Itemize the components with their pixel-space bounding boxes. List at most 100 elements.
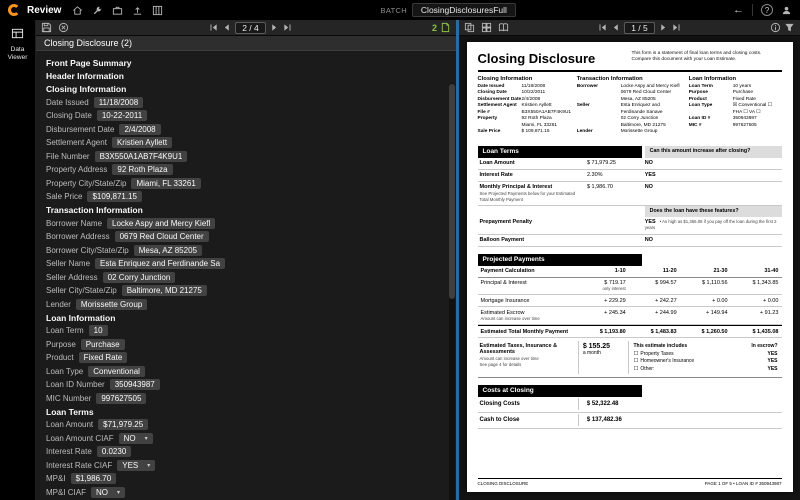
- field-input[interactable]: 997627505: [96, 392, 147, 404]
- form-scrollbar[interactable]: [449, 83, 455, 500]
- field-input[interactable]: Kristien Ayllett: [111, 137, 173, 148]
- field-select[interactable]: YES ▾: [117, 459, 156, 471]
- field-input[interactable]: 02 Corry Junction: [102, 271, 176, 283]
- field-input[interactable]: Baltimore, MD 21275: [121, 285, 207, 296]
- thumbnails-icon[interactable]: [481, 22, 492, 33]
- document-canvas[interactable]: Closing Disclosure This form is a statem…: [459, 36, 800, 500]
- filter-icon[interactable]: [784, 22, 795, 33]
- next-page-button[interactable]: [270, 23, 279, 32]
- field-input[interactable]: $1,986.70: [70, 473, 117, 484]
- field-label: Seller Address: [46, 272, 98, 282]
- book-view-icon[interactable]: [498, 22, 509, 33]
- pp-row-label: Mortgage Insurance: [480, 297, 530, 304]
- field-input[interactable]: Miami, FL 33261: [131, 177, 201, 189]
- form-scrollbar-thumb[interactable]: [449, 84, 455, 299]
- loan-feature-answer-cell: YES • As high as $1,366.08 if you pay off…: [645, 219, 782, 231]
- field-label: Seller Name: [46, 259, 91, 268]
- field-input[interactable]: 350943987: [109, 379, 160, 390]
- field-input[interactable]: Locke Aspy and Mercy Kiefl: [107, 217, 216, 229]
- estimate-include-item: ☐ Property Taxes YES: [633, 351, 777, 357]
- viewer-next-page-button[interactable]: [659, 23, 668, 32]
- pp-value-cell: + 244.99: [629, 307, 680, 318]
- checkbox-icon[interactable]: ☐: [633, 366, 638, 372]
- field-input[interactable]: B3X550A1AB7F4K9U1: [94, 150, 188, 162]
- field-input[interactable]: 11/18/2008: [93, 96, 144, 108]
- field-row: File Number B3X550A1AB7F4K9U1: [46, 150, 440, 162]
- taxes-label-cell: Estimated Taxes, Insurance & Assessments…: [478, 341, 578, 374]
- field-label: Date Issued: [46, 97, 89, 107]
- last-page-button[interactable]: [283, 23, 292, 32]
- field-input[interactable]: $109,871.15: [87, 191, 142, 202]
- loan-terms-label: Monthly Principal & Interest: [479, 184, 553, 191]
- viewer-previous-page-button[interactable]: [611, 23, 620, 32]
- field-input[interactable]: $71,979.25: [98, 419, 149, 430]
- pp-row-label-cell: Estimated Escrow Amount can increase over…: [478, 307, 578, 324]
- field-select[interactable]: NO ▾: [118, 432, 153, 444]
- pp-value: + 245.34: [604, 309, 626, 316]
- document-type-header[interactable]: Closing Disclosure (2): [36, 36, 456, 51]
- previous-page-button[interactable]: [222, 23, 231, 32]
- field-input[interactable]: Purchase: [80, 338, 125, 350]
- reports-icon[interactable]: [152, 5, 163, 16]
- pp-value: + 244.99: [655, 309, 677, 316]
- close-document-icon[interactable]: [58, 22, 69, 33]
- document-count: 2: [431, 22, 437, 33]
- sidebar-item-data-viewer[interactable]: Data Viewer: [0, 25, 35, 64]
- pp-header-cell: 11-20: [662, 268, 677, 275]
- increase-question-band: Can this amount increase after closing?: [644, 145, 782, 158]
- footer-page-info: PAGE 1 OF 5 • LOAN ID # 350943987: [704, 481, 782, 486]
- field-input[interactable]: 0.0230: [96, 446, 132, 457]
- info-icon[interactable]: [770, 22, 781, 33]
- costs-label: Closing Costs: [479, 401, 520, 408]
- data-viewer-toolbar: 2 / 4 2: [36, 20, 456, 36]
- batch-icon[interactable]: [112, 5, 123, 16]
- loan-terms-answer: YES: [644, 172, 656, 179]
- field-label: Borrower Address: [46, 232, 110, 241]
- overlay-pages-icon[interactable]: [464, 22, 475, 33]
- pp-value: + 149.94: [705, 309, 728, 316]
- save-icon[interactable]: [41, 22, 52, 33]
- projected-payments-header: Projected Payments: [477, 253, 782, 266]
- viewer-first-page-button[interactable]: [598, 23, 607, 32]
- loan-terms-header: Loan Terms Can this amount increase afte…: [477, 145, 782, 158]
- field-input[interactable]: 10: [88, 325, 108, 336]
- loan-feature-label-cell: Balloon Payment: [478, 237, 587, 243]
- info-column-heading: Loan Information: [688, 76, 737, 82]
- field-select[interactable]: NO ▾: [91, 486, 126, 498]
- tools-icon[interactable]: [92, 5, 103, 16]
- field-input[interactable]: 0679 Red Cloud Center: [114, 231, 209, 242]
- help-icon[interactable]: ?: [761, 4, 773, 16]
- field-label: Property Address: [46, 165, 108, 174]
- back-icon[interactable]: ←: [733, 4, 744, 16]
- checkbox-icon[interactable]: ☐: [633, 358, 638, 364]
- checkbox-icon[interactable]: ☐: [633, 351, 638, 357]
- field-label: Borrower Name: [46, 218, 103, 228]
- field-input[interactable]: Morissette Group: [75, 298, 148, 310]
- field-input[interactable]: Conventional: [88, 365, 145, 377]
- pp-value: $ 1,110.56: [701, 280, 728, 287]
- field-input[interactable]: 2/4/2008: [119, 123, 161, 135]
- form-group: Transaction Information Borrower Name Lock…: [46, 205, 440, 310]
- loan-terms-label: Interest Rate: [479, 172, 513, 179]
- field-input[interactable]: Fixed Rate: [78, 352, 128, 363]
- page-header: Closing Disclosure This form is a statem…: [478, 51, 782, 66]
- field-input[interactable]: 10-22-2011: [96, 110, 148, 121]
- chevron-down-icon: ▾: [117, 489, 121, 496]
- home-icon[interactable]: [72, 5, 83, 16]
- viewer-last-page-button[interactable]: [672, 23, 681, 32]
- escrow-title: In escrow?: [751, 343, 778, 350]
- field-input[interactable]: Esta Enriquez and Ferdinande Sa: [95, 258, 226, 269]
- app-title: Review: [27, 4, 62, 16]
- page-indicator[interactable]: 2 / 4: [235, 21, 266, 34]
- chevron-down-icon: ▾: [144, 435, 148, 442]
- escrow-value: YES: [767, 350, 778, 357]
- first-page-button[interactable]: [209, 23, 218, 32]
- document-page-icon[interactable]: [440, 22, 451, 33]
- user-icon[interactable]: [781, 5, 792, 16]
- field-input[interactable]: Mesa, AZ 85205: [133, 244, 202, 256]
- viewer-page-indicator[interactable]: 1 / 5: [624, 21, 655, 34]
- left-rail: Data Viewer: [0, 20, 36, 500]
- field-row: Interest Rate CIAF YES ▾: [46, 459, 440, 471]
- field-input[interactable]: 92 Roth Plaza: [112, 164, 173, 175]
- upload-icon[interactable]: [132, 5, 143, 16]
